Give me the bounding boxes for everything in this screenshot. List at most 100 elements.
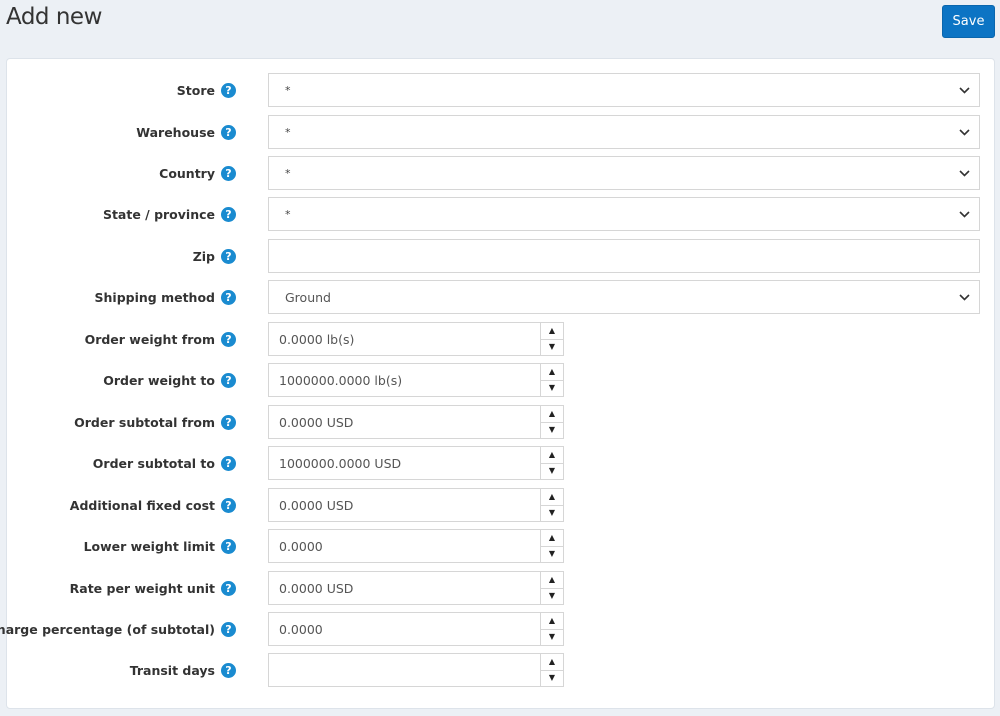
lower-weight-limit-input[interactable]: 0.0000 ▲ ▼ — [268, 529, 564, 563]
store-label: Store — [176, 82, 215, 98]
spin-up-icon[interactable]: ▲ — [541, 323, 563, 340]
country-label: Country — [159, 165, 215, 181]
spin-down-icon[interactable]: ▼ — [541, 630, 563, 646]
lower-weight-limit-value: 0.0000 — [279, 538, 323, 554]
chevron-down-icon — [949, 210, 979, 218]
order-weight-from-input[interactable]: 0.0000 lb(s) ▲ ▼ — [268, 322, 564, 356]
spin-up-icon[interactable]: ▲ — [541, 406, 563, 423]
chevron-down-icon — [949, 293, 979, 301]
help-icon[interactable]: ? — [221, 621, 236, 637]
help-icon[interactable]: ? — [221, 455, 236, 471]
spin-up-icon[interactable]: ▲ — [541, 364, 563, 381]
order-subtotal-to-row: Order subtotal to? 1000000.0000 USD ▲ ▼ — [7, 446, 994, 480]
order-weight-to-label: Order weight to — [103, 372, 215, 388]
spin-up-icon[interactable]: ▲ — [541, 613, 563, 630]
additional-fixed-cost-input[interactable]: 0.0000 USD ▲ ▼ — [268, 488, 564, 522]
shipping-method-select[interactable]: Ground — [268, 280, 980, 314]
help-icon[interactable]: ? — [221, 538, 236, 554]
lower-weight-limit-label: Lower weight limit — [83, 538, 215, 554]
help-icon[interactable]: ? — [221, 289, 236, 305]
page-title: Add new — [6, 4, 102, 30]
help-icon[interactable]: ? — [221, 580, 236, 596]
help-icon[interactable]: ? — [221, 206, 236, 222]
spin-up-icon[interactable]: ▲ — [541, 572, 563, 589]
country-row: Country? * — [7, 156, 994, 190]
order-weight-to-input[interactable]: 1000000.0000 lb(s) ▲ ▼ — [268, 363, 564, 397]
spin-down-icon[interactable]: ▼ — [541, 423, 563, 439]
spin-down-icon[interactable]: ▼ — [541, 589, 563, 605]
charge-percentage-row: Charge percentage (of subtotal)? 0.0000 … — [0, 612, 994, 646]
zip-input[interactable] — [268, 239, 980, 273]
help-icon[interactable]: ? — [221, 414, 236, 430]
order-subtotal-to-input[interactable]: 1000000.0000 USD ▲ ▼ — [268, 446, 564, 480]
order-subtotal-to-value: 1000000.0000 USD — [279, 455, 402, 471]
numeric-spinner: ▲ ▼ — [540, 323, 563, 355]
order-weight-from-row: Order weight from? 0.0000 lb(s) ▲ ▼ — [7, 322, 994, 356]
warehouse-row: Warehouse? * — [7, 115, 994, 149]
rate-per-weight-unit-label: Rate per weight unit — [69, 580, 215, 596]
spin-down-icon[interactable]: ▼ — [541, 547, 563, 563]
warehouse-label: Warehouse — [136, 124, 215, 140]
store-select[interactable]: * — [268, 73, 980, 107]
spin-down-icon[interactable]: ▼ — [541, 340, 563, 356]
rate-per-weight-unit-input[interactable]: 0.0000 USD ▲ ▼ — [268, 571, 564, 605]
help-icon[interactable]: ? — [221, 248, 236, 264]
order-weight-from-value: 0.0000 lb(s) — [279, 331, 355, 347]
charge-percentage-label: Charge percentage (of subtotal) — [0, 621, 215, 637]
shipping-method-row: Shipping method? Ground — [7, 280, 994, 314]
help-icon[interactable]: ? — [221, 165, 236, 181]
state-label: State / province — [102, 206, 215, 222]
spin-up-icon[interactable]: ▲ — [541, 654, 563, 671]
spin-down-icon[interactable]: ▼ — [541, 381, 563, 397]
rate-per-weight-unit-value: 0.0000 USD — [279, 580, 354, 596]
help-icon[interactable]: ? — [221, 82, 236, 98]
store-row: Store? * — [7, 73, 994, 107]
state-select[interactable]: * — [268, 197, 980, 231]
additional-fixed-cost-row: Additional fixed cost? 0.0000 USD ▲ ▼ — [7, 488, 994, 522]
chevron-down-icon — [949, 86, 979, 94]
order-subtotal-from-label: Order subtotal from — [74, 414, 215, 430]
spin-down-icon[interactable]: ▼ — [541, 506, 563, 522]
numeric-spinner: ▲ ▼ — [540, 572, 563, 604]
order-weight-from-label: Order weight from — [84, 331, 215, 347]
spin-down-icon[interactable]: ▼ — [541, 671, 563, 687]
spin-up-icon[interactable]: ▲ — [541, 530, 563, 547]
numeric-spinner: ▲ ▼ — [540, 613, 563, 645]
warehouse-select[interactable]: * — [268, 115, 980, 149]
spin-up-icon[interactable]: ▲ — [541, 447, 563, 464]
help-icon[interactable]: ? — [221, 497, 236, 513]
order-weight-to-row: Order weight to? 1000000.0000 lb(s) ▲ ▼ — [7, 363, 994, 397]
help-icon[interactable]: ? — [221, 372, 236, 388]
transit-days-row: Transit days? ▲ ▼ — [7, 653, 994, 687]
help-icon[interactable]: ? — [221, 662, 236, 678]
additional-fixed-cost-label: Additional fixed cost — [69, 497, 215, 513]
charge-percentage-value: 0.0000 — [279, 621, 323, 637]
chevron-down-icon — [949, 128, 979, 136]
transit-days-label: Transit days — [129, 662, 215, 678]
numeric-spinner: ▲ ▼ — [540, 530, 563, 562]
numeric-spinner: ▲ ▼ — [540, 364, 563, 396]
additional-fixed-cost-value: 0.0000 USD — [279, 497, 354, 513]
help-icon[interactable]: ? — [221, 331, 236, 347]
warehouse-value: * — [285, 125, 291, 139]
country-select[interactable]: * — [268, 156, 980, 190]
save-button[interactable]: Save — [942, 5, 995, 38]
order-subtotal-from-input[interactable]: 0.0000 USD ▲ ▼ — [268, 405, 564, 439]
spin-up-icon[interactable]: ▲ — [541, 489, 563, 506]
state-value: * — [285, 207, 291, 221]
state-row: State / province? * — [7, 197, 994, 231]
spin-down-icon[interactable]: ▼ — [541, 464, 563, 480]
numeric-spinner: ▲ ▼ — [540, 406, 563, 438]
help-icon[interactable]: ? — [221, 124, 236, 140]
order-subtotal-from-row: Order subtotal from? 0.0000 USD ▲ ▼ — [7, 405, 994, 439]
order-subtotal-to-label: Order subtotal to — [92, 455, 215, 471]
transit-days-input[interactable]: ▲ ▼ — [268, 653, 564, 687]
store-value: * — [285, 83, 291, 97]
shipping-method-label: Shipping method — [94, 289, 215, 305]
numeric-spinner: ▲ ▼ — [540, 489, 563, 521]
numeric-spinner: ▲ ▼ — [540, 654, 563, 686]
charge-percentage-input[interactable]: 0.0000 ▲ ▼ — [268, 612, 564, 646]
order-subtotal-from-value: 0.0000 USD — [279, 414, 354, 430]
numeric-spinner: ▲ ▼ — [540, 447, 563, 479]
country-value: * — [285, 166, 291, 180]
